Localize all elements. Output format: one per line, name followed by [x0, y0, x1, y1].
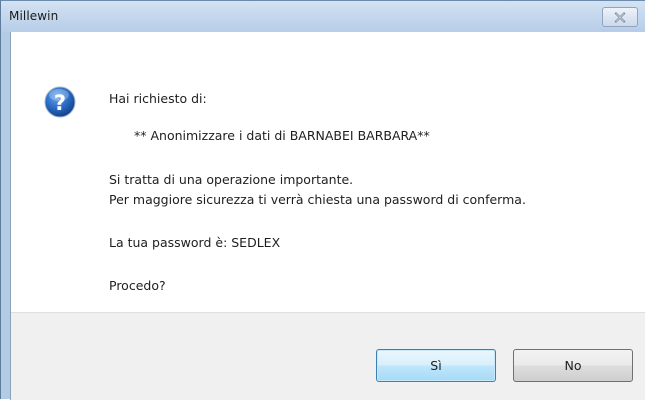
svg-text:?: ?	[54, 91, 66, 115]
no-button[interactable]: No	[513, 349, 633, 382]
message-dialog-window: Millewin ? Hai richiesto di: ** Anonimiz…	[0, 0, 645, 400]
dialog-body: ? Hai richiesto di: ** Anonimizzare i da…	[10, 32, 645, 400]
title-bar[interactable]: Millewin	[1, 1, 645, 32]
yes-button[interactable]: Sì	[376, 349, 496, 382]
message-line-confirm: Procedo?	[109, 278, 166, 293]
message-line-password: La tua password è: SEDLEX	[109, 235, 281, 250]
message-line-action: ** Anonimizzare i dati di BARNABEI BARBA…	[134, 128, 430, 143]
close-icon	[614, 11, 626, 23]
message-line-security: Per maggiore sicurezza ti verrà chiesta …	[109, 192, 526, 207]
message-area: ? Hai richiesto di: ** Anonimizzare i da…	[11, 32, 645, 312]
close-button[interactable]	[602, 7, 638, 27]
question-icon: ?	[44, 86, 76, 118]
message-line-warning: Si tratta di una operazione importante.	[109, 172, 354, 187]
window-title: Millewin	[9, 9, 59, 23]
message-line-request: Hai richiesto di:	[109, 91, 207, 106]
